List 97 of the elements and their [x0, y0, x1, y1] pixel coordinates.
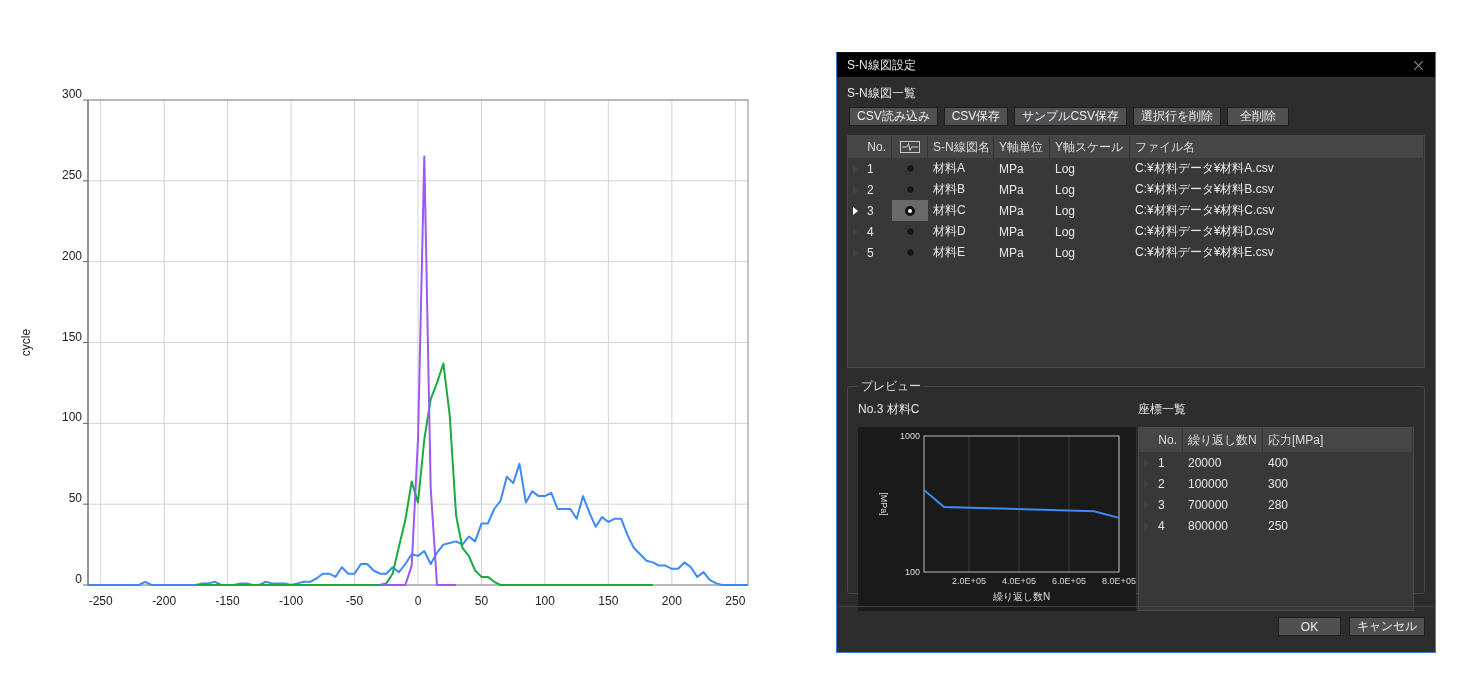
x-tick-label: 50 — [474, 594, 489, 608]
x-tick-label: 150 — [598, 594, 619, 608]
table-row[interactable]: 2 材料B MPa Log C:¥材料データ¥材料B.csv — [848, 179, 1424, 200]
toolbar-button[interactable]: CSV保存 — [943, 107, 1009, 126]
table-cell-text: MPa — [998, 161, 1025, 176]
group-title: プレビュー — [860, 378, 922, 395]
table-cell-text: 材料A — [932, 160, 966, 177]
radio-button[interactable] — [905, 205, 915, 216]
table-cell-text: C:¥材料データ¥材料B.csv — [1134, 181, 1275, 198]
table-cell-text: Log — [1054, 203, 1077, 218]
x-tick-label: 250 — [725, 594, 746, 608]
table-cell-text: 20000 — [1187, 455, 1223, 470]
preview-title: No.3 材料C — [858, 401, 920, 418]
table-cell-text: 250 — [1267, 518, 1290, 533]
waveform-icon — [899, 141, 920, 153]
table-cell-text: 4 — [866, 224, 875, 239]
y-tick-label: 300 — [61, 87, 82, 101]
table-cell-text: 300 — [1267, 476, 1290, 491]
table-cell-text: 100000 — [1187, 476, 1230, 491]
column-header[interactable]: 繰り返し数N — [1183, 428, 1263, 452]
table-cell-text: C:¥材料データ¥材料A.csv — [1134, 160, 1275, 177]
y-tick-label: 150 — [61, 329, 82, 344]
y-axis-title: cycle — [19, 328, 33, 357]
table-cell-text: 1 — [1157, 455, 1166, 470]
table-cell-text: C:¥材料データ¥材料D.csv — [1134, 223, 1276, 240]
table-cell-text: 800000 — [1187, 518, 1230, 533]
x-tick-label: 200 — [661, 594, 682, 608]
section-title: S-N線図一覧 — [847, 85, 917, 102]
table-cell-text: Log — [1054, 161, 1077, 176]
table-cell-text: 3 — [866, 203, 875, 218]
table-cell-text: MPa — [998, 182, 1025, 197]
x-tick-label: -100 — [279, 594, 304, 608]
table-row[interactable]: 4 材料D MPa Log C:¥材料データ¥材料D.csv — [848, 221, 1424, 242]
y-axis-title: [MPa] — [879, 492, 889, 516]
table-cell-text: 2 — [1157, 476, 1166, 491]
y-tick-label: 50 — [68, 491, 82, 506]
x-tick-label: -50 — [345, 594, 364, 608]
toolbar-button[interactable]: 選択行を削除 — [1133, 107, 1222, 126]
dialog-button[interactable]: キャンセル — [1349, 617, 1425, 636]
x-tick-label: 4.0E+05 — [1002, 576, 1036, 586]
y-tick-label: 100 — [61, 410, 82, 425]
table-cell-text: 材料C — [932, 202, 967, 219]
table-row[interactable]: 5 材料E MPa Log C:¥材料データ¥材料E.csv — [848, 242, 1424, 263]
table-cell-text: 2 — [866, 182, 875, 197]
x-tick-label: 100 — [534, 594, 555, 608]
table-cell-text: 400 — [1267, 455, 1290, 470]
table-cell-text: 1 — [866, 161, 875, 176]
radio-button[interactable] — [905, 185, 915, 194]
table-cell-text: C:¥材料データ¥材料C.csv — [1134, 202, 1276, 219]
radio-button[interactable] — [905, 248, 915, 257]
row-pointer-icon — [853, 206, 858, 215]
y-tick-label: 100 — [904, 567, 920, 577]
x-tick-label: 6.0E+05 — [1052, 576, 1086, 586]
table-cell-text: 5 — [866, 245, 875, 260]
x-axis-title: 繰り返し数N — [992, 591, 1051, 602]
x-tick-label: -250 — [88, 594, 113, 608]
radio-button[interactable] — [905, 227, 915, 236]
window-title: S-N線図設定 — [847, 56, 916, 74]
table-cell-text: 3 — [1157, 497, 1166, 512]
x-tick-label: 0 — [414, 594, 422, 608]
x-tick-label: -150 — [215, 594, 240, 608]
table-row[interactable]: 3 材料C MPa Log C:¥材料データ¥材料C.csv — [848, 200, 1424, 221]
table-cell-text: 700000 — [1187, 497, 1230, 512]
column-header[interactable]: No. — [1139, 428, 1183, 452]
column-header[interactable]: 応力[MPa] — [1263, 428, 1413, 452]
table-cell-text: C:¥材料データ¥材料E.csv — [1134, 244, 1275, 261]
toolbar-button[interactable]: 全削除 — [1227, 107, 1290, 126]
column-header[interactable]: S-N線図名 — [928, 136, 994, 158]
x-tick-label: 2.0E+05 — [952, 576, 986, 586]
y-tick-label: 1000 — [899, 431, 920, 441]
table-cell-text: Log — [1054, 224, 1077, 239]
radio-button[interactable] — [905, 164, 915, 173]
y-tick-label: 250 — [61, 167, 82, 182]
column-header[interactable]: ファイル名 — [1130, 136, 1424, 158]
column-header[interactable]: No. — [848, 136, 892, 158]
table-cell-text: Log — [1054, 182, 1077, 197]
table-cell-text: Log — [1054, 245, 1077, 260]
table-cell-text: 材料D — [932, 223, 967, 240]
table-cell-text: 材料E — [932, 244, 966, 261]
y-tick-label: 200 — [61, 248, 82, 263]
column-header[interactable]: Y軸スケール — [1050, 136, 1130, 158]
column-header[interactable]: Y軸単位 — [994, 136, 1050, 158]
x-tick-label: 8.0E+05 — [1102, 576, 1136, 586]
toolbar-button[interactable]: CSV読み込み — [849, 107, 938, 126]
table-cell-text: MPa — [998, 224, 1025, 239]
table-cell-text: 材料B — [932, 181, 966, 198]
table-cell-text: MPa — [998, 245, 1025, 260]
y-tick-label: 0 — [75, 572, 82, 586]
table-cell-text: MPa — [998, 203, 1025, 218]
table-cell-text: 4 — [1157, 518, 1166, 533]
table-row[interactable]: 1 材料A MPa Log C:¥材料データ¥材料A.csv — [848, 158, 1424, 179]
dialog-button[interactable]: OK — [1278, 617, 1341, 636]
toolbar-button[interactable]: サンプルCSV保存 — [1014, 107, 1128, 126]
x-tick-label: -200 — [152, 594, 177, 608]
table-cell-text: 280 — [1267, 497, 1290, 512]
close-icon[interactable] — [1414, 60, 1423, 70]
coords-title: 座標一覧 — [1138, 401, 1186, 418]
